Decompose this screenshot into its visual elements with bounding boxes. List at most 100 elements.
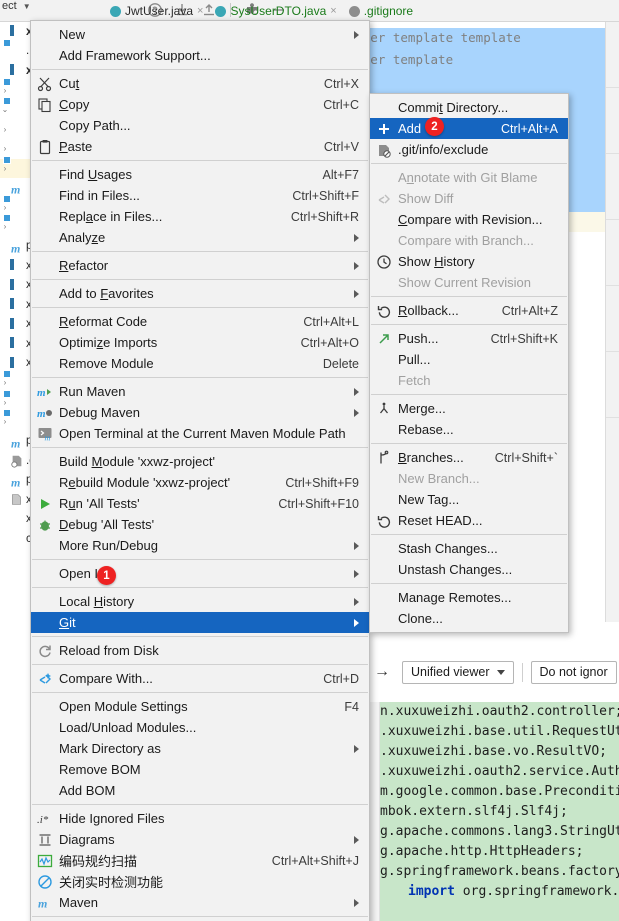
- menu-separator: [32, 279, 368, 280]
- menu-item-find-in-files[interactable]: Find in Files... Ctrl+Shift+F: [31, 185, 369, 206]
- chevron-icon[interactable]: ›: [0, 398, 10, 407]
- chevron-icon[interactable]: ›: [0, 125, 10, 134]
- menu-item-branches[interactable]: Branches... Ctrl+Shift+`: [370, 447, 568, 468]
- tool-strip-segment[interactable]: [606, 352, 619, 418]
- menu-item-rebuild-module-xxwz-project[interactable]: Rebuild Module 'xxwz-project' Ctrl+Shift+…: [31, 472, 369, 493]
- chevron-icon[interactable]: ›: [0, 144, 10, 153]
- menu-item-debug-maven[interactable]: m Debug Maven: [31, 402, 369, 423]
- apply-arrow-icon[interactable]: →: [370, 663, 394, 681]
- menu-item-local-history[interactable]: Local History: [31, 591, 369, 612]
- menu-item-show-history[interactable]: Show History: [370, 251, 568, 272]
- menu-item-编码规约扫描[interactable]: 编码规约扫描 Ctrl+Alt+Shift+J: [31, 850, 369, 871]
- menu-item-add[interactable]: Add Ctrl+Alt+A: [370, 118, 568, 139]
- menu-item-maven[interactable]: m Maven: [31, 892, 369, 913]
- submenu-arrow-icon: [354, 408, 359, 417]
- menu-item-refactor[interactable]: Refactor: [31, 255, 369, 276]
- tool-strip-segment[interactable]: [606, 286, 619, 352]
- menu-item-remove-module[interactable]: Remove Module Delete: [31, 353, 369, 374]
- tool-strip-segment[interactable]: [606, 154, 619, 220]
- menu-item-label: 编码规约扫描: [59, 854, 138, 869]
- close-icon[interactable]: ×: [197, 5, 203, 17]
- menu-item-optimize-imports[interactable]: Optimize Imports Ctrl+Alt+O: [31, 332, 369, 353]
- menu-item-debug-all-tests[interactable]: Debug 'All Tests': [31, 514, 369, 535]
- chevron-icon[interactable]: ›: [0, 86, 10, 95]
- menu-item-reset-head[interactable]: Reset HEAD...: [370, 510, 568, 531]
- right-tool-strip[interactable]: [605, 22, 619, 622]
- context-menu[interactable]: New Add Framework Support... Cut Ctrl+X Copy…: [30, 20, 370, 921]
- menu-item-rollback[interactable]: Rollback... Ctrl+Alt+Z: [370, 300, 568, 321]
- git-submenu[interactable]: Commit Directory... Add Ctrl+Alt+A .git/inf…: [369, 93, 569, 633]
- menu-item-paste[interactable]: Paste Ctrl+V: [31, 136, 369, 157]
- menu-item-open-terminal-at-the-current-maven-module-path[interactable]: m Open Terminal at the Current Maven Modu…: [31, 423, 369, 444]
- menu-item-label: New Tag...: [398, 492, 460, 507]
- viewer-mode-select[interactable]: Unified viewer: [402, 660, 514, 684]
- menu-item-label: Maven: [59, 895, 99, 910]
- menu-item-add-framework-support[interactable]: Add Framework Support...: [31, 45, 369, 66]
- whitespace-mode-select[interactable]: Do not ignor: [530, 660, 617, 684]
- chevron-icon[interactable]: ⌄: [0, 105, 10, 114]
- annotation-badge-2: 2: [425, 117, 444, 136]
- menu-item-diagrams[interactable]: Diagrams: [31, 829, 369, 850]
- tool-strip-segment[interactable]: [606, 88, 619, 154]
- chevron-icon[interactable]: ›: [0, 222, 10, 231]
- menu-item-open-module-settings[interactable]: Open Module Settings F4: [31, 696, 369, 717]
- menu-separator: [32, 559, 368, 560]
- menu-item-more-run-debug[interactable]: More Run/Debug: [31, 535, 369, 556]
- menu-item-find-usages[interactable]: Find Usages Alt+F7: [31, 164, 369, 185]
- menu-item-compare-with[interactable]: Compare With... Ctrl+D: [31, 668, 369, 689]
- menu-item-cut[interactable]: Cut Ctrl+X: [31, 73, 369, 94]
- menu-item-reload-from-disk[interactable]: Reload from Disk: [31, 640, 369, 661]
- menu-item-copy-path[interactable]: Copy Path...: [31, 115, 369, 136]
- menu-item-add-to-favorites[interactable]: Add to Favorites: [31, 283, 369, 304]
- menu-item-copy[interactable]: Copy Ctrl+C: [31, 94, 369, 115]
- menu-item-open-in[interactable]: Open In: [31, 563, 369, 584]
- menu-item-add-bom[interactable]: Add BOM: [31, 780, 369, 801]
- menu-item-关闭实时检测功能[interactable]: 关闭实时检测功能: [31, 871, 369, 892]
- menu-item-label: Pull...: [398, 352, 431, 367]
- menu-item-manage-remotes[interactable]: Manage Remotes...: [370, 587, 568, 608]
- git-exclude-icon: [376, 142, 392, 158]
- menu-item-analyze[interactable]: Analyze: [31, 227, 369, 248]
- menu-item-rebase[interactable]: Rebase...: [370, 419, 568, 440]
- editor-tab[interactable]: .gitignore: [343, 0, 423, 22]
- menu-item-unstash-changes[interactable]: Unstash Changes...: [370, 559, 568, 580]
- tool-strip-segment[interactable]: [606, 22, 619, 88]
- menu-item-hide-ignored-files[interactable]: .i* Hide Ignored Files: [31, 808, 369, 829]
- menu-item-run-maven[interactable]: m Run Maven: [31, 381, 369, 402]
- chevron-icon[interactable]: ›: [0, 378, 10, 387]
- menu-item-clone[interactable]: Clone...: [370, 608, 568, 629]
- tool-strip-segment[interactable]: [606, 220, 619, 286]
- menu-item-load-unload-modules[interactable]: Load/Unload Modules...: [31, 717, 369, 738]
- menu-item-label: Fetch: [398, 373, 431, 388]
- menu-item-run-all-tests[interactable]: Run 'All Tests' Ctrl+Shift+F10: [31, 493, 369, 514]
- diff-code[interactable]: n.xuxuweizhi.oauth2.controller; .xuxuweiz…: [380, 702, 619, 921]
- menu-item-remove-bom[interactable]: Remove BOM: [31, 759, 369, 780]
- chevron-down-icon[interactable]: ▼: [23, 2, 31, 11]
- menu-item-mark-directory-as[interactable]: Mark Directory as: [31, 738, 369, 759]
- menu-separator: [32, 377, 368, 378]
- menu-item-compare-with-revision[interactable]: Compare with Revision...: [370, 209, 568, 230]
- chevron-icon[interactable]: ›: [0, 417, 10, 426]
- menu-item-merge[interactable]: Merge...: [370, 398, 568, 419]
- menu-item-git-info-exclude[interactable]: .git/info/exclude: [370, 139, 568, 160]
- menu-item-new-tag[interactable]: New Tag...: [370, 489, 568, 510]
- menu-item-build-module-xxwz-project[interactable]: Build Module 'xxwz-project': [31, 451, 369, 472]
- menu-item-new[interactable]: New: [31, 24, 369, 45]
- menu-item-stash-changes[interactable]: Stash Changes...: [370, 538, 568, 559]
- menu-item-commit-directory[interactable]: Commit Directory...: [370, 97, 568, 118]
- menu-item-shortcut: Ctrl+Alt+Z: [501, 303, 558, 318]
- chevron-icon[interactable]: ›: [0, 203, 10, 212]
- editor-tabs[interactable]: JwtUser.java × SysUserDTO.java × .gitignore: [104, 0, 423, 22]
- menu-item-replace-in-files[interactable]: Replace in Files... Ctrl+Shift+R: [31, 206, 369, 227]
- chevron-icon[interactable]: ›: [0, 164, 10, 173]
- menu-item-push[interactable]: Push... Ctrl+Shift+K: [370, 328, 568, 349]
- project-panel-header[interactable]: ect ▼: [0, 0, 60, 20]
- editor-tab[interactable]: SysUserDTO.java ×: [209, 0, 342, 22]
- close-icon[interactable]: ×: [330, 5, 336, 17]
- menu-separator: [32, 587, 368, 588]
- menu-item-git[interactable]: Git: [31, 612, 369, 633]
- menu-item-pull[interactable]: Pull...: [370, 349, 568, 370]
- menu-item-reformat-code[interactable]: Reformat Code Ctrl+Alt+L: [31, 311, 369, 332]
- whitespace-mode-label: Do not ignor: [539, 665, 608, 679]
- editor-tab[interactable]: JwtUser.java ×: [104, 0, 209, 22]
